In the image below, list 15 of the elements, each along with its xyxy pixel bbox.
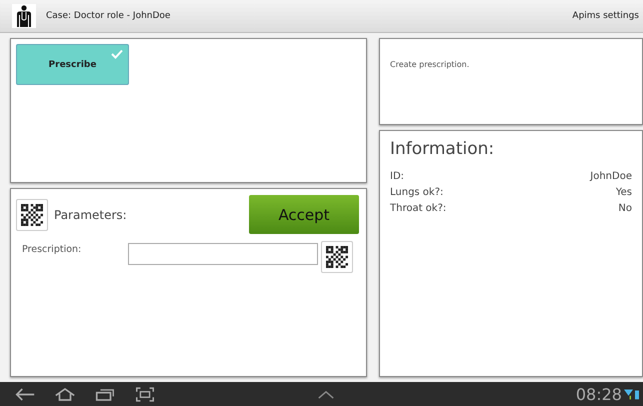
info-label: Throat ok?:: [390, 202, 446, 216]
info-value: JohnDoe: [590, 170, 632, 184]
window-title: Case: Doctor role - JohnDoe: [46, 11, 172, 21]
accept-button[interactable]: Accept: [249, 195, 359, 234]
prescribe-button[interactable]: Prescribe: [16, 44, 129, 85]
info-value: Yes: [616, 186, 632, 200]
info-label: ID:: [390, 170, 404, 184]
description-text: Create prescription.: [390, 60, 470, 69]
field-label: Prescription:: [22, 244, 82, 255]
info-label: Lungs ok?:: [390, 186, 444, 200]
settings-menu[interactable]: Apims settings: [572, 11, 639, 21]
info-value: No: [618, 202, 632, 216]
clock: 08:28: [576, 384, 622, 404]
information-title: Information:: [390, 139, 496, 159]
parameters-label: Parameters:: [54, 208, 128, 222]
